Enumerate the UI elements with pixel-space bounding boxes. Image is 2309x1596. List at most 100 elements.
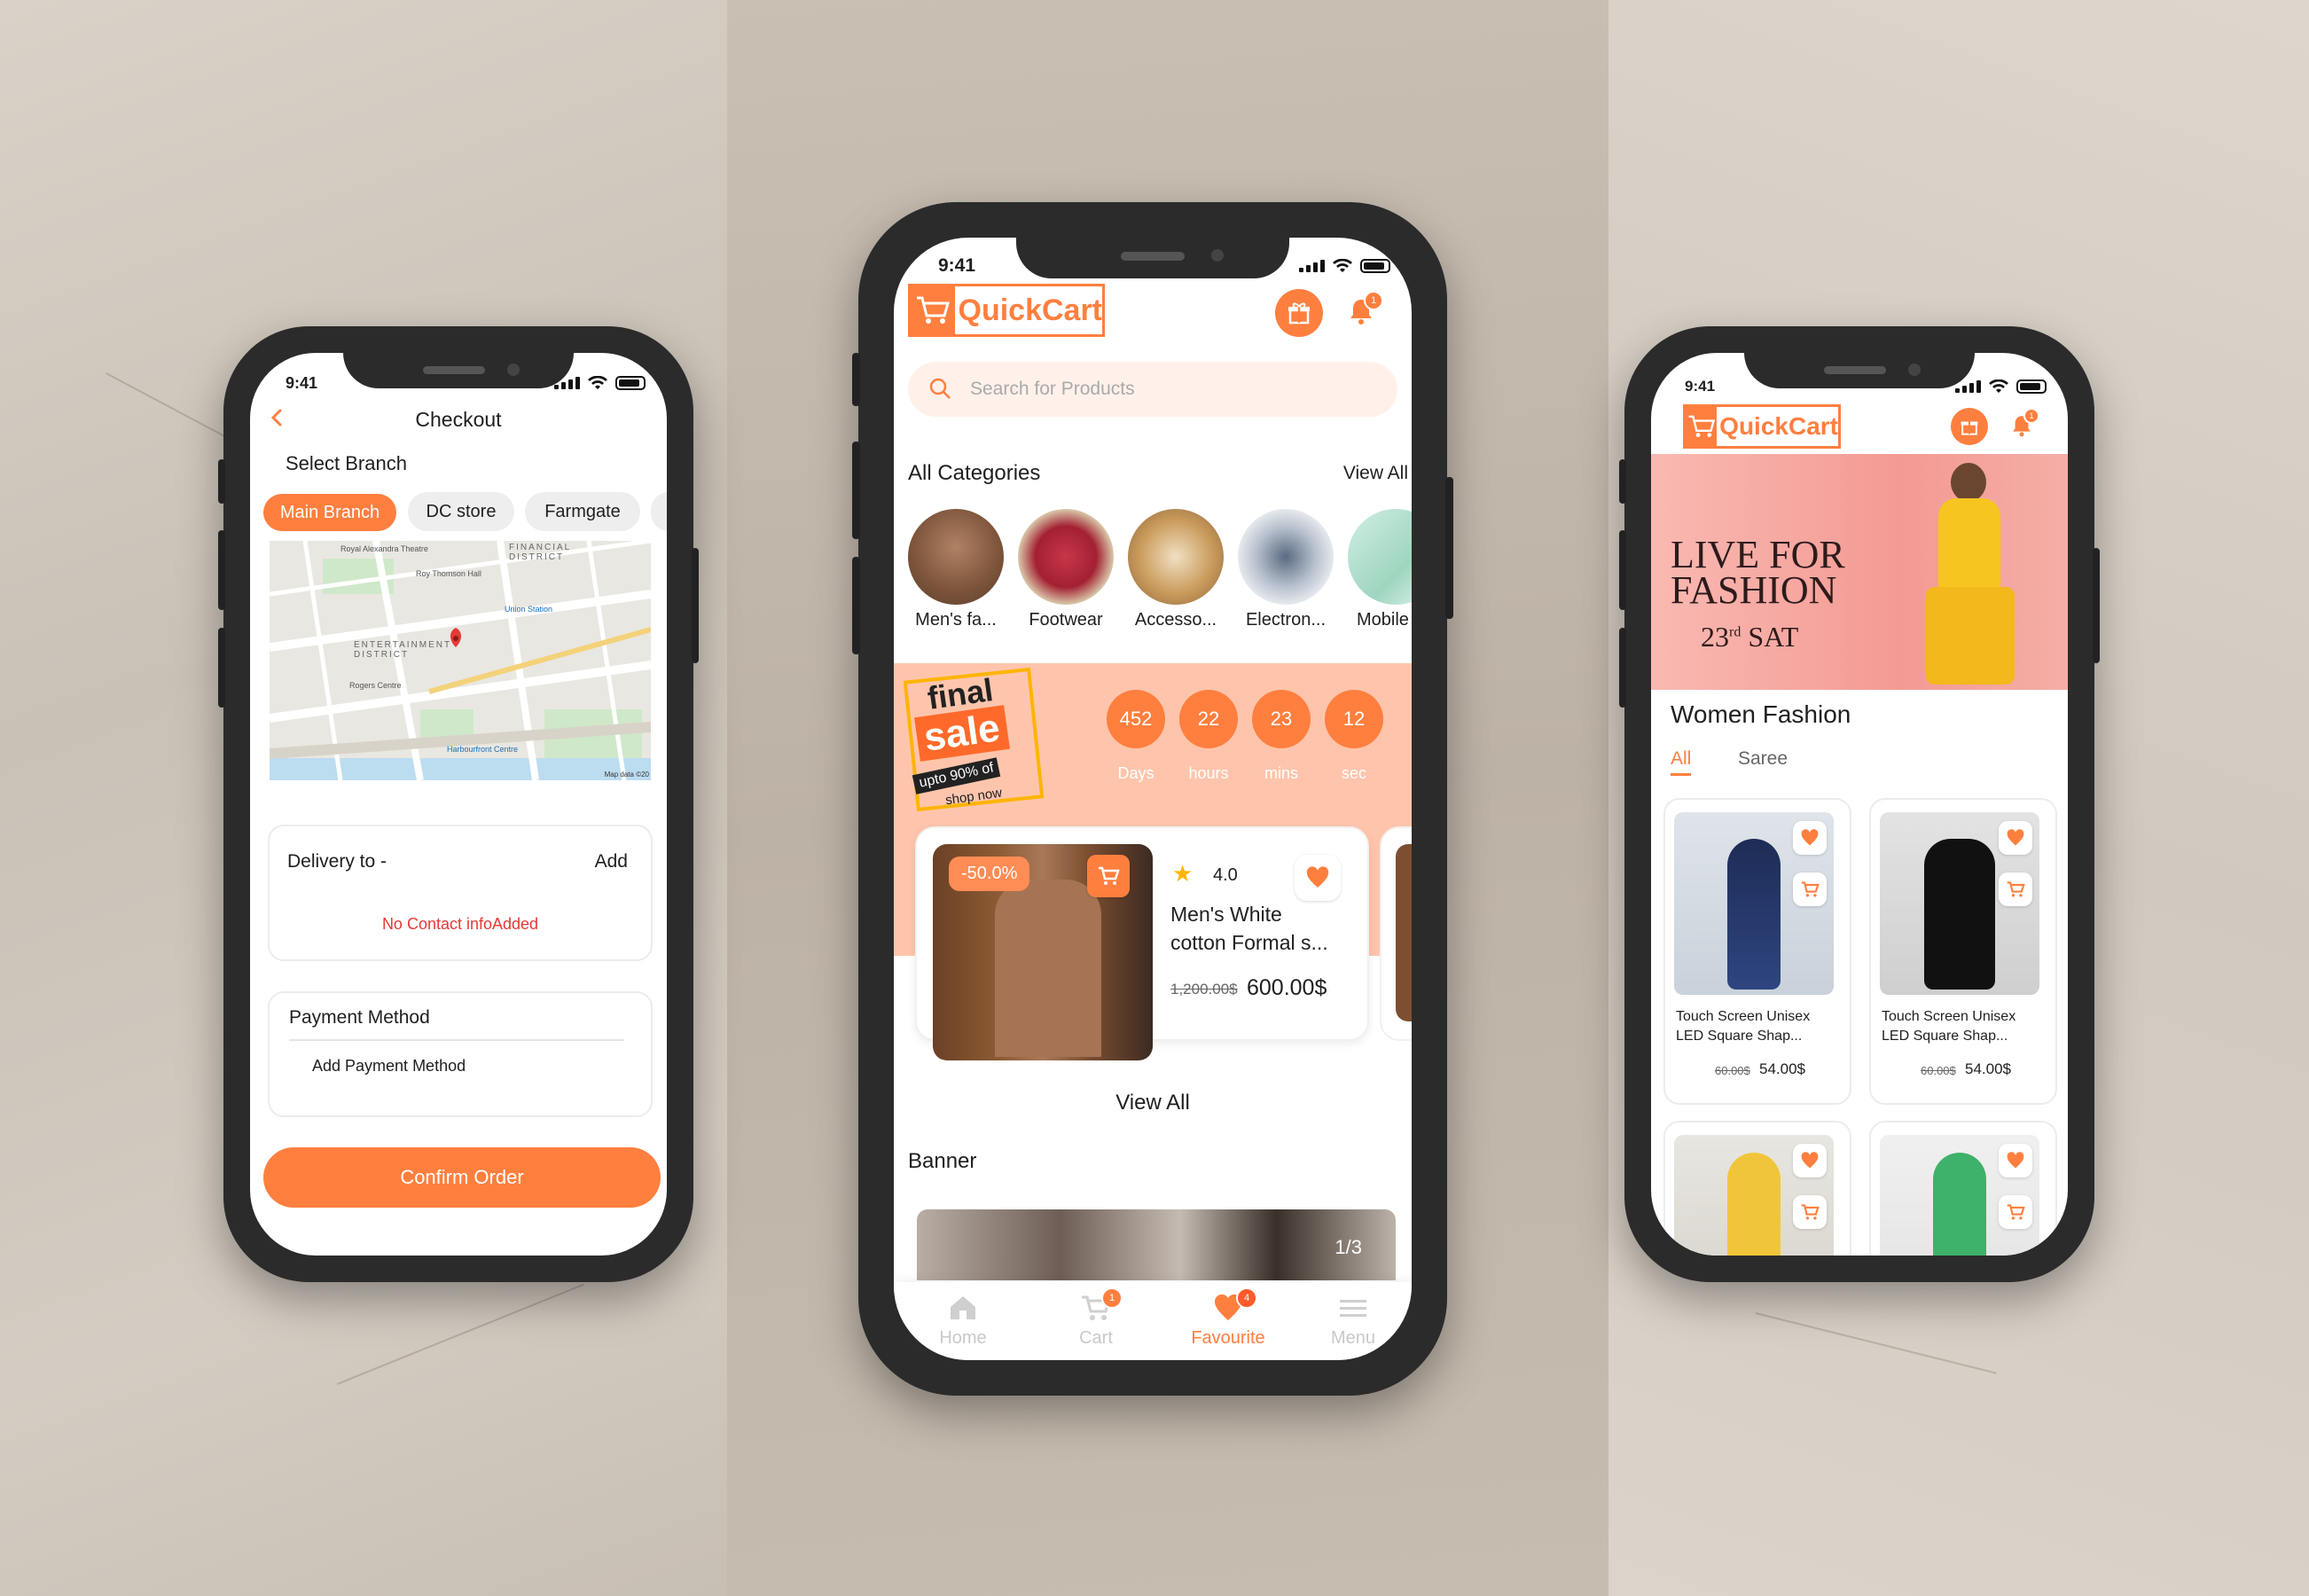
category-mobile[interactable]: Mobile — [1348, 509, 1412, 630]
heart-icon — [1306, 866, 1329, 888]
final-sale-graphic[interactable]: final sale upto 90% of shop now — [901, 667, 1045, 812]
logo-text: QuickCart — [1719, 412, 1838, 440]
map-label-harbourfront: Harbourfront Centre — [447, 745, 519, 754]
next-product-card-peek[interactable] — [1380, 826, 1412, 1041]
add-payment-link[interactable]: Add Payment Method — [312, 1057, 466, 1076]
nav-favourite[interactable]: 4 Favourite — [1170, 1287, 1286, 1349]
category-accessories[interactable]: Accesso... — [1128, 509, 1224, 630]
status-icons — [554, 376, 646, 390]
banner-date-number: 23 — [1701, 621, 1729, 653]
star-icon: ★ — [1172, 860, 1194, 887]
payment-card: Payment Method Add Payment Method — [268, 991, 653, 1117]
product-card[interactable] — [1869, 1121, 2057, 1256]
branch-chip-more[interactable] — [651, 492, 667, 531]
tab-saree[interactable]: Saree — [1738, 748, 1788, 770]
map-label-union: Union Station — [505, 605, 553, 614]
add-to-cart-button[interactable] — [1999, 872, 2032, 906]
product-price: 600.00$ — [1247, 975, 1327, 1000]
bell-icon[interactable]: 1 — [2009, 408, 2039, 442]
branch-chip-main[interactable]: Main Branch — [263, 494, 396, 531]
category-label: Men's fa... — [915, 610, 997, 630]
product-card[interactable]: Touch Screen Unisex LED Square Shap... 6… — [1869, 798, 2057, 1105]
category-mens-fashion[interactable]: Men's fa... — [908, 509, 1004, 630]
fashion-banner[interactable]: LIVE FOR FASHION 23rd SAT — [1651, 454, 2068, 690]
fashion-screen: 9:41 QuickCart 1 LIVE FOR FASHION 23rd S… — [1651, 353, 2068, 1256]
status-time: 9:41 — [1685, 378, 1716, 395]
status-icons — [1299, 259, 1390, 273]
cart-logo-icon — [911, 286, 955, 334]
add-contact-link[interactable]: Add — [595, 851, 628, 872]
section-title: Women Fashion — [1671, 700, 1851, 728]
phone-home: 9:41 QuickCart 1 Search for Products All… — [852, 202, 1453, 1396]
countdown-sec: 12 sec — [1325, 690, 1383, 783]
banner-line2: FASHION — [1671, 568, 1837, 612]
no-contact-message: No Contact infoAdded — [381, 915, 539, 933]
nav-cart[interactable]: 1 Cart — [1052, 1287, 1140, 1349]
countdown-value: 12 — [1325, 690, 1383, 748]
home-screen: 9:41 QuickCart 1 Search for Products All… — [894, 238, 1412, 1360]
category-image — [1128, 509, 1224, 605]
branch-chip-farmgate[interactable]: Farmgate — [525, 492, 640, 531]
product-name-line2: cotton Formal s... — [1170, 931, 1328, 954]
bell-badge: 1 — [1364, 291, 1383, 310]
tab-all[interactable]: All — [1671, 748, 1692, 776]
favourite-button[interactable] — [1793, 1144, 1827, 1177]
product-old-price: 60.00$ — [1715, 1064, 1750, 1077]
category-label: Footwear — [1029, 610, 1103, 630]
discount-badge: -50.0% — [949, 857, 1030, 891]
gift-button[interactable] — [1951, 408, 1988, 445]
product-name-line1: Touch Screen Unisex — [1882, 1009, 2016, 1024]
products-view-all[interactable]: View All — [894, 1091, 1412, 1115]
favourite-button[interactable] — [1295, 855, 1341, 901]
cart-badge: 1 — [1101, 1287, 1123, 1309]
menu-icon — [1340, 1300, 1366, 1317]
nav-label: Favourite — [1191, 1328, 1265, 1348]
gift-button[interactable] — [1275, 289, 1323, 337]
map-label-financial: FINANCIAL DISTRICT — [509, 543, 571, 562]
add-to-cart-button[interactable] — [1087, 855, 1130, 897]
category-image — [1018, 509, 1114, 605]
category-image — [908, 509, 1004, 605]
favourite-button[interactable] — [1793, 821, 1827, 855]
countdown-unit: sec — [1341, 764, 1366, 782]
favourite-button[interactable] — [1999, 821, 2032, 855]
confirm-order-button[interactable]: Confirm Order — [263, 1147, 661, 1208]
product-card[interactable] — [1663, 1121, 1851, 1256]
branch-chip-dc-store[interactable]: DC store — [408, 492, 514, 531]
category-electronics[interactable]: Electron... — [1238, 509, 1334, 630]
category-label: Mobile — [1357, 610, 1409, 630]
countdown-value: 23 — [1252, 690, 1311, 748]
product-card[interactable]: Touch Screen Unisex LED Square Shap... 6… — [1663, 798, 1851, 1105]
heart-icon — [2007, 829, 2024, 846]
add-to-cart-button[interactable] — [1793, 872, 1827, 906]
search-bar[interactable]: Search for Products — [908, 362, 1397, 417]
category-footwear[interactable]: Footwear — [1018, 509, 1114, 630]
select-branch-label: Select Branch — [286, 452, 407, 474]
payment-title: Payment Method — [289, 1007, 430, 1028]
countdown-mins: 23 mins — [1252, 690, 1311, 783]
nav-home[interactable]: Home — [919, 1293, 1007, 1349]
map-label-entertainment: ENTERTAINMENT DISTRICT — [354, 640, 451, 660]
branch-map[interactable]: Royal Alexandra Theatre FINANCIAL DISTRI… — [270, 541, 651, 780]
countdown-days: 452 Days — [1107, 690, 1165, 783]
banner-day: SAT — [1748, 621, 1799, 653]
favourite-button[interactable] — [1999, 1144, 2032, 1177]
categories-view-all[interactable]: View All — [1343, 463, 1408, 484]
add-to-cart-button[interactable] — [1793, 1195, 1827, 1229]
countdown-value: 452 — [1107, 690, 1165, 748]
nav-label: Menu — [1330, 1328, 1376, 1348]
heart-icon — [1801, 1152, 1819, 1169]
nav-menu[interactable]: Menu — [1309, 1293, 1397, 1349]
product-name-line2: LED Square Shap... — [1882, 1029, 2008, 1044]
banner-carousel[interactable]: 1/3 — [917, 1209, 1396, 1280]
payment-divider — [289, 1039, 624, 1041]
product-old-price: 1,200.00$ — [1170, 981, 1238, 998]
product-price: 54.00$ — [1759, 1060, 1805, 1077]
map-label-roy: Roy Thomson Hall — [416, 569, 481, 578]
category-label: Electron... — [1245, 610, 1327, 630]
gift-icon — [1961, 421, 1978, 435]
product-card[interactable]: -50.0% ★ 4.0 Men's White cotton Formal s… — [915, 826, 1369, 1060]
banner-counter: 1/3 — [1335, 1236, 1362, 1258]
bell-icon[interactable]: 1 — [1346, 291, 1383, 331]
add-to-cart-button[interactable] — [1999, 1195, 2032, 1229]
